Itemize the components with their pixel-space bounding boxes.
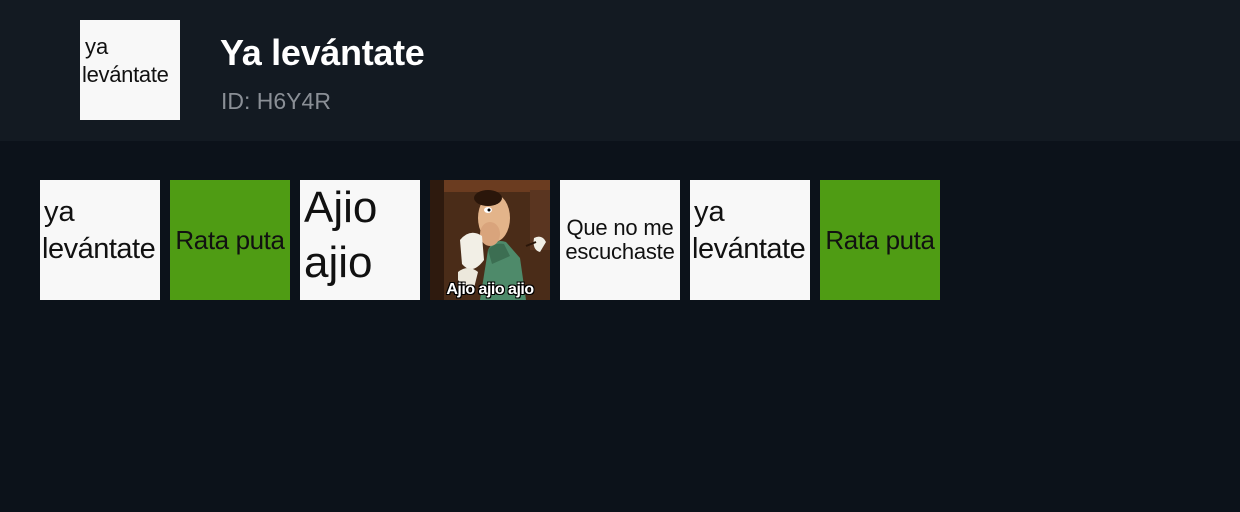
tile-line-1: ya	[694, 196, 725, 228]
sound-tile-image[interactable]: Ajio ajio ajio	[430, 180, 550, 300]
sound-id: ID: H6Y4R	[221, 88, 331, 114]
tile-line-1: Ajio	[304, 183, 378, 232]
sound-tile[interactable]: Rata puta	[170, 180, 290, 300]
sound-tile[interactable]: ya levántate	[690, 180, 810, 300]
sound-tile[interactable]: Que no me escuchaste	[560, 180, 680, 300]
sound-grid: ya levántate Rata puta Ajio ajio Ajio aj…	[40, 180, 940, 300]
sound-thumbnail: ya levántate	[80, 20, 180, 120]
thumbnail-line-2: levántate	[82, 62, 169, 87]
tile-line-1: Que no me	[566, 215, 674, 240]
thumbnail-line-1: ya	[85, 34, 109, 59]
tile-line-1: ya	[44, 196, 75, 228]
tile-label: Rata puta	[175, 224, 285, 255]
image-caption: Ajio ajio ajio	[446, 281, 534, 298]
tile-line-2: levántate	[692, 233, 806, 265]
sound-tile[interactable]: ya levántate	[40, 180, 160, 300]
tile-line-2: escuchaste	[565, 239, 675, 264]
sound-tile[interactable]: Rata puta	[820, 180, 940, 300]
page-title: Ya levántate	[220, 32, 425, 73]
tile-line-2: levántate	[42, 233, 156, 265]
header: ya levántate Ya levántate ID: H6Y4R	[0, 0, 1240, 141]
tile-label: Rata puta	[825, 224, 935, 255]
sound-tile[interactable]: Ajio ajio	[300, 180, 420, 300]
tile-line-2: ajio	[304, 238, 373, 287]
